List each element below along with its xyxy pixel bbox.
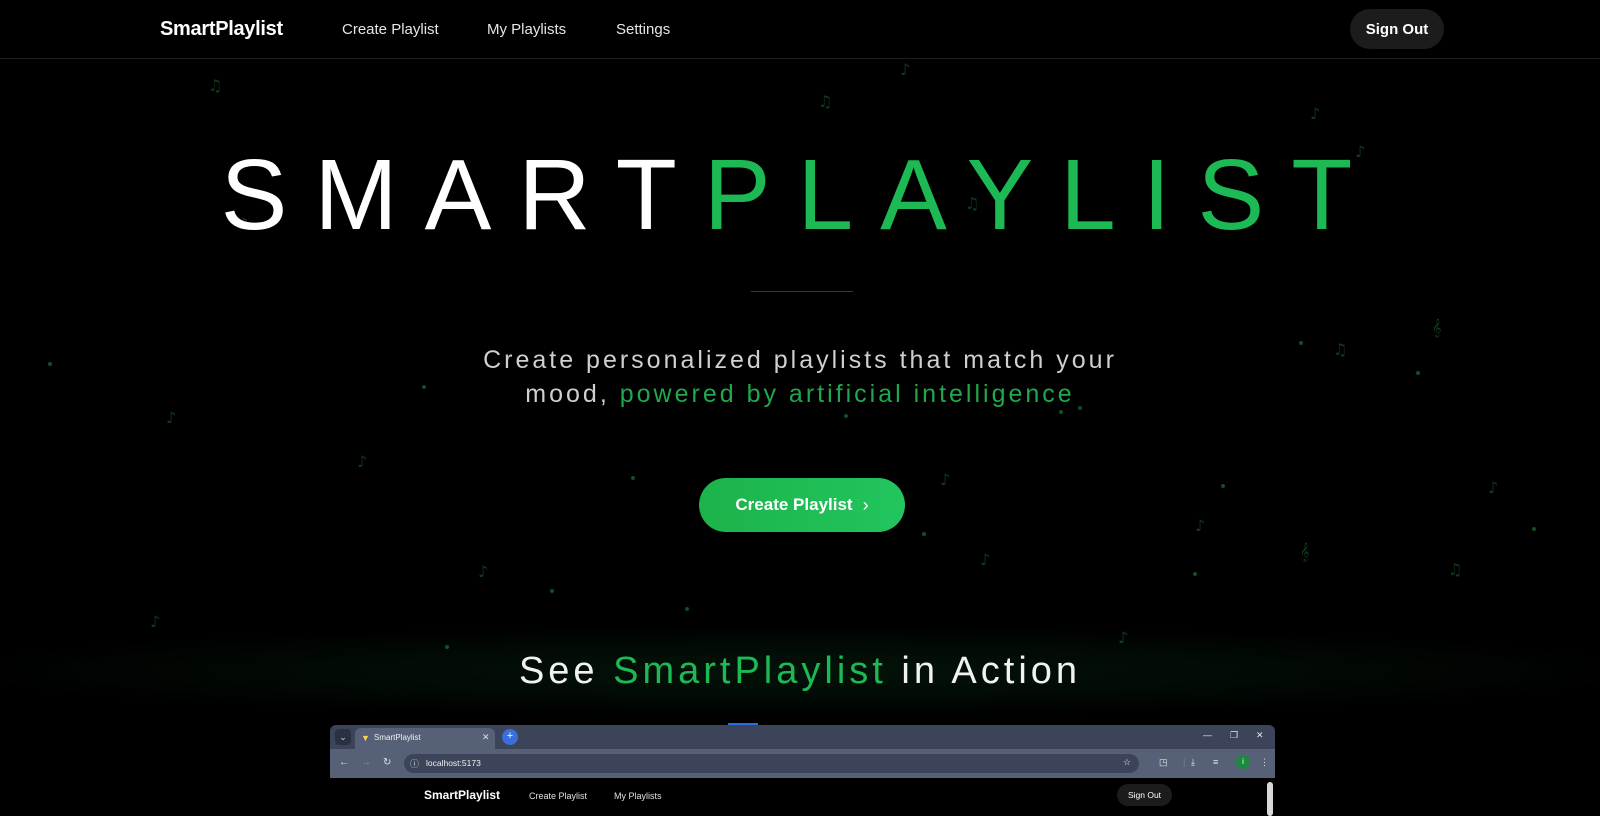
section-title-prefix: See — [518, 650, 614, 692]
background-dot — [631, 476, 635, 480]
close-icon: ✕ — [482, 732, 490, 742]
music-note-icon: ♪ — [1310, 104, 1321, 123]
music-note-icon: ♪ — [166, 408, 177, 427]
create-playlist-button-label: Create Playlist — [735, 495, 853, 514]
preview-tab: ▼ SmartPlaylist ✕ — [355, 728, 495, 749]
nav-link-settings[interactable]: Settings — [616, 21, 670, 38]
preview-url: localhost:5173 — [426, 758, 481, 768]
hero-title-smart: SMART — [220, 139, 704, 251]
media-icon: ≡ — [1213, 757, 1219, 767]
chevron-right-icon: › — [862, 494, 869, 515]
preview-scrollbar — [1267, 782, 1273, 816]
background-dot — [1193, 572, 1197, 576]
hero-subtitle-highlight: powered by artificial intelligence — [619, 380, 1075, 408]
music-note-icon: ♪ — [940, 470, 951, 489]
separator-icon: | — [1183, 757, 1186, 767]
background-dot — [1416, 371, 1420, 375]
nav-link-my-playlists[interactable]: My Playlists — [487, 21, 566, 38]
top-navbar: SmartPlaylist Create Playlist My Playlis… — [0, 0, 1600, 59]
profile-avatar: i — [1236, 755, 1250, 769]
music-note-icon: ♫ — [1448, 560, 1463, 579]
forward-arrow-icon: → — [361, 757, 371, 768]
hero-subtitle: Create personalized playlists that match… — [440, 343, 1160, 411]
background-dot — [550, 589, 554, 593]
background-dot — [1299, 341, 1303, 345]
nav-link-create-playlist[interactable]: Create Playlist — [342, 21, 439, 38]
section-title: See SmartPlaylist in Action — [0, 650, 1600, 693]
music-note-icon: ♫ — [1333, 340, 1348, 359]
section-title-suffix: in Action — [886, 650, 1082, 692]
section-title-highlight: SmartPlaylist — [613, 650, 887, 692]
app-preview-screenshot: ⌄ ▼ SmartPlaylist ✕ + — ❐ ✕ ← → ↻ ⓘ loca… — [330, 725, 1275, 816]
preview-url-bar: ← → ↻ ⓘ localhost:5173 ☆ ◳ | ⤓ ≡ i ⋮ — [330, 749, 1275, 778]
sign-out-button[interactable]: Sign Out — [1350, 9, 1444, 49]
create-playlist-button[interactable]: Create Playlist › — [699, 478, 905, 532]
restore-icon: ❐ — [1230, 730, 1239, 740]
background-dot — [922, 532, 926, 536]
close-window-icon: ✕ — [1256, 730, 1264, 740]
music-note-icon: ♪ — [1195, 516, 1206, 535]
background-dot — [1532, 527, 1536, 531]
chevron-down-icon: ⌄ — [335, 729, 351, 745]
music-note-icon: ♪ — [357, 452, 368, 471]
preview-omnibox: ⓘ localhost:5173 ☆ — [404, 754, 1139, 773]
favicon-icon: ▼ — [361, 733, 370, 743]
hero-title-playlist: PLAYLIST — [703, 139, 1380, 251]
brand-logo[interactable]: SmartPlaylist — [160, 18, 283, 41]
download-icon: ⤓ — [1191, 757, 1195, 767]
preview-nav-create-playlist: Create Playlist — [529, 791, 588, 801]
music-note-icon: ♪ — [478, 562, 489, 581]
preview-tab-title: SmartPlaylist — [374, 733, 421, 742]
music-note-icon: ♫ — [208, 76, 223, 95]
background-dot — [685, 607, 689, 611]
preview-tab-bar: ⌄ ▼ SmartPlaylist ✕ + — ❐ ✕ — [330, 725, 1275, 749]
preview-nav-my-playlists: My Playlists — [614, 791, 662, 801]
music-note-icon: ♪ — [900, 60, 911, 79]
hero-divider — [751, 291, 853, 292]
music-note-icon: ♫ — [818, 92, 833, 111]
back-arrow-icon: ← — [339, 757, 349, 768]
hero-title: SMARTPLAYLIST — [0, 138, 1600, 253]
star-icon: ☆ — [1122, 757, 1131, 767]
music-note-icon: ♪ — [1488, 478, 1499, 497]
reload-icon: ↻ — [383, 757, 392, 768]
background-dot — [422, 385, 426, 389]
music-note-icon: ♪ — [980, 550, 991, 569]
plus-icon: + — [502, 729, 518, 745]
preview-page: SmartPlaylist Create Playlist My Playlis… — [330, 778, 1275, 816]
preview-sign-out: Sign Out — [1117, 784, 1172, 806]
preview-brand: SmartPlaylist — [424, 788, 501, 802]
background-dot — [844, 414, 848, 418]
music-note-icon: 𝄞 — [1300, 542, 1310, 561]
background-dot — [48, 362, 52, 366]
extensions-icon: ◳ — [1159, 757, 1168, 767]
info-icon: ⓘ — [410, 759, 420, 769]
menu-dots-icon: ⋮ — [1260, 757, 1269, 767]
treble-clef-icon: 𝄞 — [1432, 318, 1442, 337]
minimize-icon: — — [1203, 730, 1212, 740]
background-dot — [1221, 484, 1225, 488]
